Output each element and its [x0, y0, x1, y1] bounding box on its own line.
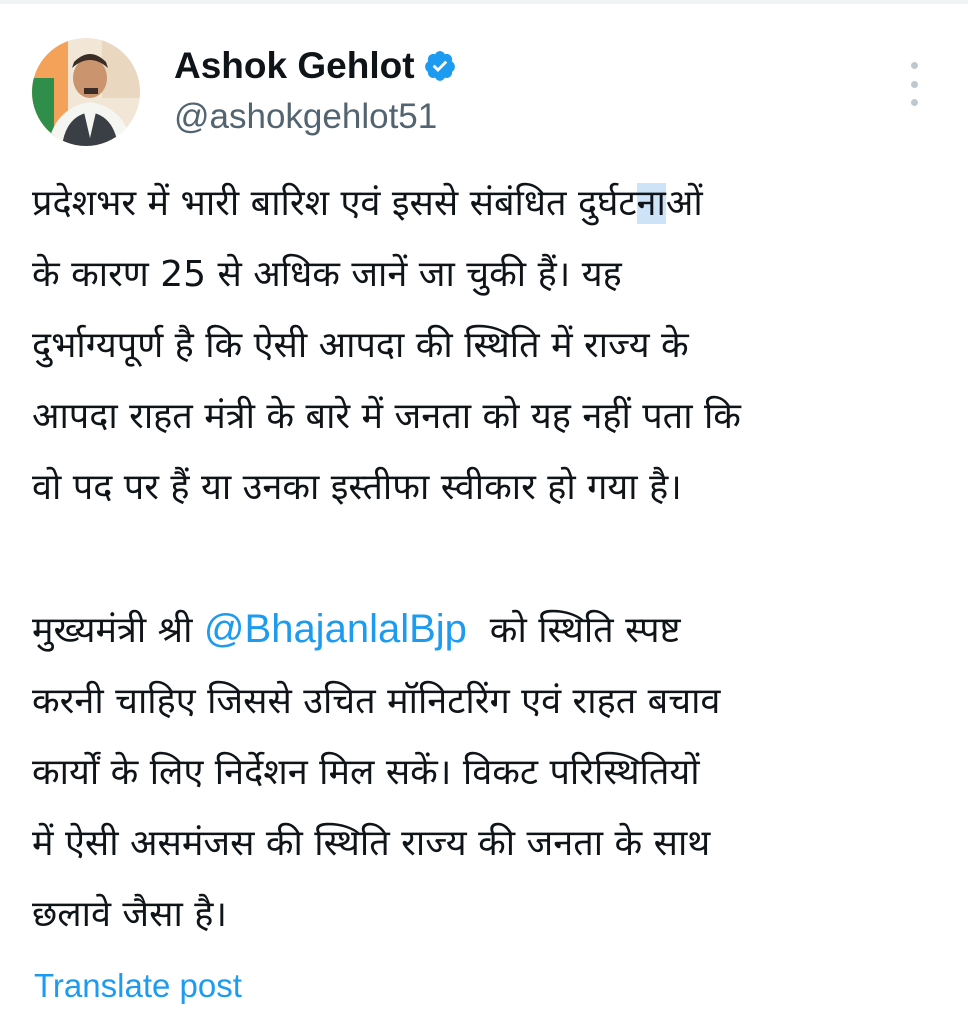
tweet-line: छलावे जैसा है।	[32, 894, 228, 935]
tweet-header: Ashok Gehlot @ashokgehlot51	[32, 38, 936, 150]
tweet-line: आपदा राहत मंत्री के बारे में जनता को यह …	[32, 396, 741, 437]
avatar[interactable]	[32, 38, 140, 146]
name-row: Ashok Gehlot	[174, 44, 457, 88]
more-options-button[interactable]	[900, 62, 928, 106]
more-vertical-icon-dot	[910, 80, 918, 88]
tweet-text: प्रदेशभर में भारी बारिश एवं इससे संबंधित…	[32, 168, 936, 950]
tweet-line-text: ओं	[665, 183, 703, 224]
tweet-line-text: को स्थिति स्पष्ट	[466, 610, 681, 651]
more-vertical-icon-dot	[910, 99, 918, 106]
display-name[interactable]: Ashok Gehlot	[174, 44, 415, 88]
top-divider	[0, 0, 968, 4]
tweet-line: करनी चाहिए जिससे उचित मॉनिटरिंग एवं राहत…	[32, 681, 721, 722]
tweet-line-text: मुख्यमंत्री श्री	[32, 610, 204, 651]
tweet-line: मुख्यमंत्री श्री @BhajanlalBjp को स्थिति…	[32, 594, 936, 666]
translate-post-link[interactable]: Translate post	[34, 966, 242, 1006]
verified-badge-icon	[423, 49, 457, 83]
user-handle[interactable]: @ashokgehlot51	[174, 96, 437, 138]
tweet-line-text: प्रदेशभर में भारी बारिश एवं इससे संबंधित…	[32, 183, 637, 224]
mention-link[interactable]: @BhajanlalBjp	[204, 607, 467, 651]
text-selection-highlight: ना	[636, 183, 666, 224]
tweet-line: में ऐसी असमंजस की स्थिति राज्य की जनता क…	[32, 823, 711, 864]
tweet-line: कार्यों के लिए निर्देशन मिल सकें। विकट प…	[32, 752, 700, 793]
tweet-line: प्रदेशभर में भारी बारिश एवं इससे संबंधित…	[32, 168, 936, 239]
more-vertical-icon	[910, 62, 918, 69]
tweet-line: वो पद पर हैं या उनका इस्तीफा स्वीकार हो …	[32, 467, 682, 508]
profile-photo-icon	[32, 38, 140, 146]
tweet-line: दुर्भाग्यपूर्ण है कि ऐसी आपदा की स्थिति …	[32, 325, 689, 366]
tweet-line: के कारण 25 से अधिक जानें जा चुकी हैं। यह	[32, 254, 622, 295]
